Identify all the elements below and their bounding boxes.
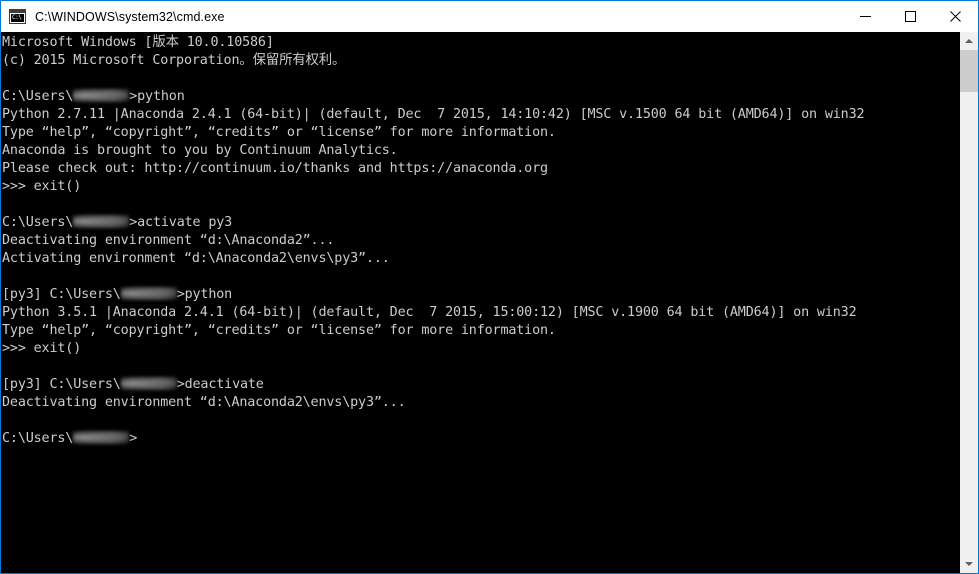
scroll-up-button[interactable] bbox=[960, 32, 978, 50]
console-line: >>> exit() bbox=[2, 179, 82, 194]
console-line-prefix: C:\Users\ bbox=[2, 89, 74, 104]
console-line-suffix: >python bbox=[129, 89, 185, 104]
scrollbar-thumb[interactable] bbox=[960, 50, 978, 92]
console-line: C:\Users\ > bbox=[2, 430, 959, 448]
redacted-username bbox=[120, 287, 177, 300]
console-line-suffix: >deactivate bbox=[176, 377, 264, 392]
scrollbar-track[interactable] bbox=[960, 50, 978, 555]
chevron-down-icon bbox=[965, 562, 973, 566]
window-controls bbox=[843, 1, 978, 32]
scroll-down-button[interactable] bbox=[960, 555, 978, 573]
close-icon bbox=[950, 11, 961, 22]
chevron-up-icon bbox=[965, 39, 973, 43]
console-line: Python 3.5.1 |Anaconda 2.4.1 (64-bit)| (… bbox=[2, 305, 857, 320]
cmd-icon-titlestrip bbox=[10, 10, 25, 13]
console-line: Python 2.7.11 |Anaconda 2.4.1 (64-bit)| … bbox=[2, 107, 865, 122]
console-line-prefix: [py3] C:\Users\ bbox=[2, 287, 121, 302]
cmd-icon-glyph: C:\ bbox=[11, 14, 24, 22]
console-line-suffix: >activate py3 bbox=[129, 215, 233, 230]
console-line-prefix: C:\Users\ bbox=[2, 431, 74, 446]
console-line: (c) 2015 Microsoft Corporation。保留所有权利。 bbox=[2, 53, 346, 68]
window-title: C:\WINDOWS\system32\cmd.exe bbox=[35, 9, 225, 24]
console-line: C:\Users\ >activate py3 bbox=[2, 214, 959, 232]
minimize-icon bbox=[860, 16, 871, 17]
console-output[interactable]: Microsoft Windows [版本 10.0.10586] (c) 201… bbox=[1, 32, 959, 573]
redacted-username bbox=[73, 89, 130, 102]
console-line: C:\Users\ >python bbox=[2, 88, 959, 106]
maximize-button[interactable] bbox=[888, 1, 933, 32]
close-button[interactable] bbox=[933, 1, 978, 32]
maximize-icon bbox=[905, 11, 916, 22]
console-line-prefix: [py3] C:\Users\ bbox=[2, 377, 121, 392]
console-line: >>> exit() bbox=[2, 341, 82, 356]
console-line: Please check out: http://continuum.io/th… bbox=[2, 161, 548, 176]
cmd-icon: C:\ bbox=[9, 9, 26, 24]
console-line: [py3] C:\Users\ >python bbox=[2, 286, 959, 304]
console-line: [py3] C:\Users\ >deactivate bbox=[2, 376, 959, 394]
cmd-window: C:\ C:\WINDOWS\system32\cmd.exe Microsof… bbox=[0, 0, 979, 574]
console-line: Activating environment “d:\Anaconda2\env… bbox=[2, 251, 390, 266]
redacted-username bbox=[73, 431, 130, 444]
console-line: Anaconda is brought to you by Continuum … bbox=[2, 143, 398, 158]
console-line-suffix: >python bbox=[176, 287, 233, 302]
console-line: Deactivating environment “d:\Anaconda2”.… bbox=[2, 233, 335, 248]
console-line: Deactivating environment “d:\Anaconda2\e… bbox=[2, 395, 406, 410]
minimize-button[interactable] bbox=[843, 1, 888, 32]
console-area[interactable]: Microsoft Windows [版本 10.0.10586] (c) 201… bbox=[1, 32, 978, 573]
vertical-scrollbar[interactable] bbox=[959, 32, 978, 573]
console-line: Type “help”, “copyright”, “credits” or “… bbox=[2, 125, 556, 140]
redacted-username bbox=[73, 215, 130, 228]
console-line: Type “help”, “copyright”, “credits” or “… bbox=[2, 323, 556, 338]
console-line-prefix: C:\Users\ bbox=[2, 215, 74, 230]
console-line: Microsoft Windows [版本 10.0.10586] bbox=[2, 35, 274, 50]
console-line-suffix: > bbox=[129, 431, 138, 446]
redacted-username bbox=[120, 377, 177, 390]
title-bar[interactable]: C:\ C:\WINDOWS\system32\cmd.exe bbox=[1, 1, 978, 32]
